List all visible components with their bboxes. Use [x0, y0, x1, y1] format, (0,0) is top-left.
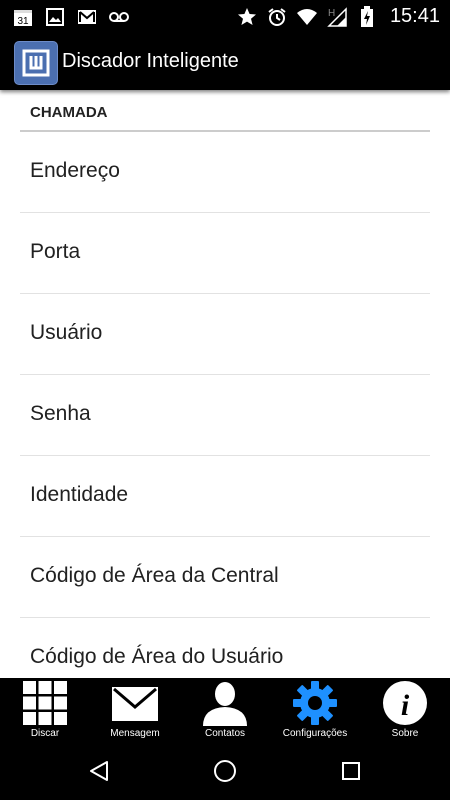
section-header: CHAMADA — [20, 100, 430, 132]
tab-label: Contatos — [204, 728, 246, 739]
tab-discar[interactable]: Discar — [0, 678, 90, 742]
wifi-icon — [296, 6, 318, 28]
bottom-tab-bar: Discar Mensagem Contatos Configurações i… — [0, 678, 450, 742]
gmail-icon — [76, 6, 98, 28]
tab-label: Mensagem — [110, 728, 160, 739]
status-bar-system: H 15:41 — [236, 5, 440, 28]
pref-item-identidade[interactable]: Identidade — [20, 456, 430, 537]
star-icon — [236, 6, 258, 28]
calendar-icon: 31 — [12, 6, 34, 28]
dialpad-icon — [21, 680, 69, 726]
tab-configuracoes[interactable]: Configurações — [270, 678, 360, 742]
pref-item-label: Código de Área do Usuário — [30, 645, 284, 668]
section-title: CHAMADA — [30, 104, 108, 121]
svg-text:i: i — [401, 689, 410, 722]
pref-item-codigo-area-central[interactable]: Código de Área da Central — [20, 537, 430, 618]
pref-item-label: Porta — [30, 240, 81, 263]
envelope-icon — [111, 680, 159, 726]
network-type-label: H — [328, 8, 335, 19]
pref-item-usuario[interactable]: Usuário — [20, 294, 430, 375]
home-icon[interactable] — [210, 756, 240, 786]
app-title: Discador Inteligente — [62, 50, 239, 72]
pref-item-porta[interactable]: Porta — [20, 213, 430, 294]
pref-item-label: Identidade — [30, 483, 129, 506]
pref-item-label: Senha — [30, 402, 91, 425]
pref-item-endereco[interactable]: Endereço — [20, 132, 430, 213]
image-icon — [44, 6, 66, 28]
battery-charging-icon — [356, 5, 378, 28]
pref-item-label: Código de Área da Central — [30, 564, 279, 587]
alarm-icon — [266, 6, 288, 28]
status-bar-notifications: 31 — [12, 6, 130, 28]
tab-label: Discar — [30, 728, 60, 739]
pref-item-senha[interactable]: Senha — [20, 375, 430, 456]
signal-icon: H — [326, 6, 348, 28]
calendar-day: 31 — [17, 16, 29, 27]
recents-icon[interactable] — [336, 756, 366, 786]
app-logo-icon — [14, 41, 58, 85]
back-icon[interactable] — [84, 756, 114, 786]
status-bar: 31 H 15:41 — [0, 0, 450, 34]
gear-icon — [291, 680, 339, 726]
clock: 15:41 — [389, 5, 440, 27]
tab-sobre[interactable]: i Sobre — [360, 678, 450, 742]
info-icon: i — [381, 680, 429, 726]
navigation-bar — [0, 742, 450, 800]
app-bar: Discador Inteligente — [0, 34, 450, 90]
tab-label: Configurações — [282, 728, 348, 739]
pref-item-codigo-area-usuario[interactable]: Código de Área do Usuário — [20, 618, 430, 678]
pref-item-label: Usuário — [30, 321, 103, 344]
tab-contatos[interactable]: Contatos — [180, 678, 270, 742]
person-icon — [201, 680, 249, 726]
tab-mensagem[interactable]: Mensagem — [90, 678, 180, 742]
preference-list: Endereço Porta Usuário Senha Identidade … — [20, 132, 430, 678]
settings-content[interactable]: CHAMADA Endereço Porta Usuário Senha Ide… — [0, 90, 450, 678]
voicemail-icon — [108, 6, 130, 28]
pref-item-label: Endereço — [30, 159, 120, 182]
tab-label: Sobre — [391, 728, 419, 739]
